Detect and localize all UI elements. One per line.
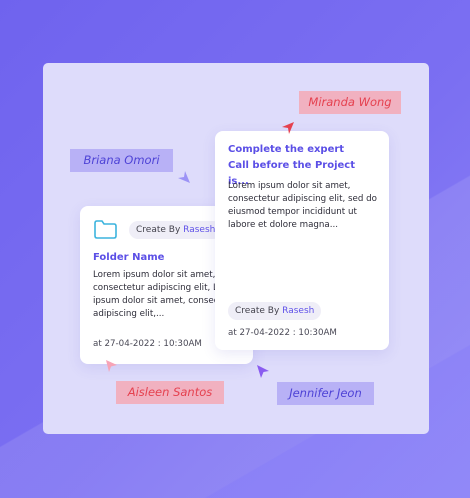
task-card[interactable]: Complete the expert Call before the Proj… bbox=[215, 131, 389, 350]
badge-user[interactable]: Rasesh bbox=[183, 225, 215, 235]
badge-user[interactable]: Rasesh bbox=[282, 306, 314, 316]
cursor-arrow-icon bbox=[106, 360, 117, 372]
card-date: at 27-04-2022 : 10:30AM bbox=[228, 328, 337, 338]
cursor-arrow-icon bbox=[282, 122, 294, 134]
folder-icon bbox=[94, 220, 117, 239]
card-title[interactable]: Folder Name bbox=[93, 250, 164, 266]
description-line: consectetur adipiscing elit, sed do bbox=[228, 194, 377, 204]
collaborator-tag-briana: Briana Omori bbox=[70, 149, 173, 172]
created-by-badge: Create By Rasesh bbox=[228, 302, 322, 320]
cursor-arrow-icon bbox=[257, 365, 269, 378]
collaborator-tag-miranda: Miranda Wong bbox=[299, 91, 401, 114]
badge-label: Create By bbox=[136, 225, 181, 235]
collaborator-tag-aisleen: Aisleen Santos bbox=[116, 381, 224, 404]
card-description: Lorem ipsum dolor sit amet, consectetur … bbox=[228, 180, 382, 232]
badge-label: Create By bbox=[235, 306, 280, 316]
description-line: eiusmod tempor incididunt ut bbox=[228, 207, 357, 217]
card-date: at 27-04-2022 : 10:30AM bbox=[93, 339, 202, 349]
description-line: Lorem ipsum dolor sit amet, bbox=[228, 181, 351, 191]
description-line: labore et dolore magna... bbox=[228, 220, 339, 230]
collaborator-tag-jennifer: Jennifer Jeon bbox=[277, 382, 374, 405]
title-line: Complete the expert bbox=[228, 144, 345, 155]
created-by-badge: Create By Rasesh bbox=[129, 221, 223, 239]
cursor-arrow-icon bbox=[178, 171, 190, 183]
